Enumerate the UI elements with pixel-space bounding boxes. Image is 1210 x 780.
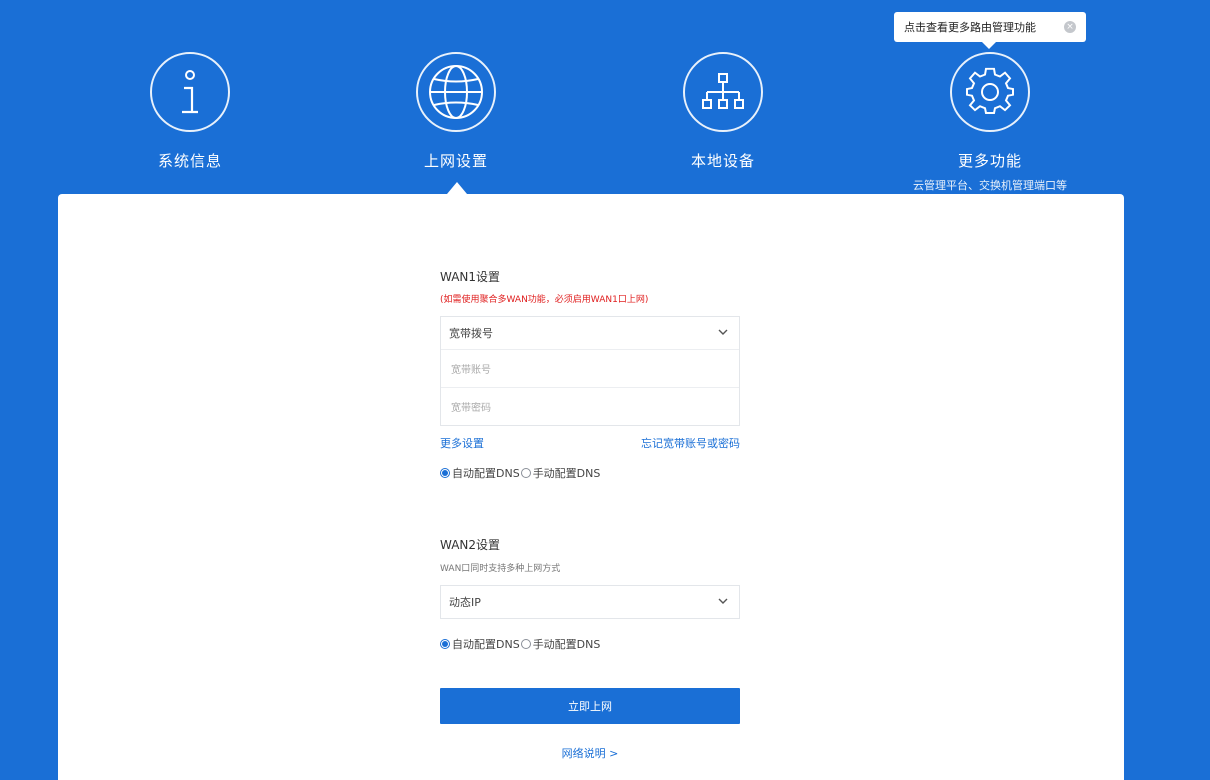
globe-icon bbox=[416, 52, 496, 132]
network-help-link[interactable]: 网络说明 > bbox=[440, 745, 740, 761]
wan1-title: WAN1设置 bbox=[440, 270, 501, 284]
wan1-dns-options: 自动配置DNS 手动配置DNS bbox=[440, 465, 600, 481]
wan2-mode-value: 动态IP bbox=[449, 596, 481, 609]
more-features-tooltip: 点击查看更多路由管理功能 × bbox=[894, 12, 1086, 49]
nav-item-more-features[interactable]: 更多功能 云管理平台、交换机管理端口等 bbox=[890, 52, 1090, 193]
forgot-credentials-link[interactable]: 忘记宽带账号或密码 bbox=[641, 435, 740, 451]
gear-icon bbox=[950, 52, 1030, 132]
dns-manual-label: 手动配置DNS bbox=[532, 467, 601, 480]
wan2-dns-options: 自动配置DNS 手动配置DNS bbox=[440, 636, 600, 652]
dns-manual-label: 手动配置DNS bbox=[532, 638, 601, 651]
nav-label: 系统信息 bbox=[157, 152, 222, 170]
nav-label: 本地设备 bbox=[690, 152, 755, 170]
close-icon[interactable]: × bbox=[1064, 21, 1076, 33]
settings-panel: WAN1设置 (如需使用聚合多WAN功能，必须启用WAN1口上网) 宽带拨号 宽… bbox=[58, 194, 1124, 780]
connect-now-button[interactable]: 立即上网 bbox=[440, 688, 740, 724]
wan1-dns-auto-radio[interactable] bbox=[440, 468, 450, 478]
more-settings-link[interactable]: 更多设置 bbox=[440, 435, 484, 451]
nav-sublabel: 云管理平台、交换机管理端口等 bbox=[913, 179, 1067, 192]
tooltip-text: 点击查看更多路由管理功能 bbox=[904, 21, 1036, 34]
broadband-password-input[interactable]: 宽带密码 bbox=[441, 387, 739, 425]
wan2-dns-auto-radio[interactable] bbox=[440, 639, 450, 649]
dns-auto-label: 自动配置DNS bbox=[452, 638, 520, 651]
nav-label: 上网设置 bbox=[423, 152, 488, 170]
wan2-mode-select[interactable]: 动态IP bbox=[440, 585, 740, 619]
wan1-credentials: 宽带账号 宽带密码 bbox=[440, 349, 740, 426]
wan1-dns-manual-radio[interactable] bbox=[520, 468, 531, 478]
wan2-hint: WAN口同时支持多种上网方式 bbox=[440, 564, 561, 574]
wan1-mode-select[interactable]: 宽带拨号 bbox=[440, 316, 740, 350]
wan1-warning: (如需使用聚合多WAN功能，必须启用WAN1口上网) bbox=[440, 295, 649, 305]
active-tab-pointer bbox=[447, 182, 467, 194]
broadband-account-input[interactable]: 宽带账号 bbox=[441, 349, 739, 387]
network-tree-icon bbox=[683, 52, 763, 132]
nav-item-system-info[interactable]: 系统信息 bbox=[90, 52, 290, 171]
wan1-mode-value: 宽带拨号 bbox=[449, 327, 493, 340]
wan2-dns-manual-radio[interactable] bbox=[520, 639, 531, 649]
nav-label: 更多功能 bbox=[957, 152, 1022, 170]
chevron-down-icon bbox=[718, 598, 728, 604]
chevron-down-icon bbox=[718, 329, 728, 335]
dns-auto-label: 自动配置DNS bbox=[452, 467, 520, 480]
wan2-title: WAN2设置 bbox=[440, 538, 501, 552]
info-icon bbox=[150, 52, 230, 132]
nav-item-internet-settings[interactable]: 上网设置 bbox=[356, 52, 556, 171]
nav-item-local-devices[interactable]: 本地设备 bbox=[623, 52, 823, 171]
